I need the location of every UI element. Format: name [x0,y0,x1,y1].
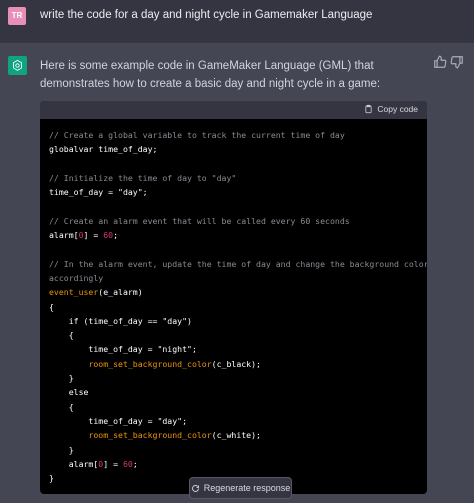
thumbs-up-icon[interactable] [433,55,447,69]
code-line: room_set_background_color(c_white); [49,428,427,442]
code-token: room_set_background_color [88,430,212,441]
code-line: time_of_day = "night"; [49,342,427,356]
code-token: } [49,444,74,455]
code-content: // Create a global variable to track the… [40,119,427,485]
code-line: } [49,443,427,457]
code-token: accordingly [49,272,104,283]
code-token: } [49,373,74,384]
code-block: Copy code // Create a global variable to… [40,101,427,494]
code-token: else [49,387,89,398]
user-avatar: TR [8,7,26,25]
refresh-icon [191,484,199,492]
code-token: { [49,330,74,341]
code-line: accordingly [49,271,427,285]
user-prompt-text: write the code for a day and night cycle… [40,9,373,21]
code-line: time_of_day = "day"; [49,185,427,199]
code-line: else [49,385,427,399]
code-token: ] = [103,458,123,469]
regenerate-response-button[interactable]: Regenerate response [189,477,292,499]
code-token: (c_white); [211,430,261,441]
code-line: { [49,400,427,414]
code-token: { [49,301,54,312]
code-block-header: Copy code [40,101,427,119]
code-token: 60 [103,230,114,241]
code-line: time_of_day = "day"; [49,414,427,428]
code-token: ] = [83,230,104,241]
code-line: // Initialize the time of day to "day" [49,171,427,185]
code-line: // Create an alarm event that will be ca… [49,214,427,228]
code-token: time_of_day = "day"; [49,187,148,198]
code-line: // In the alarm event, update the time o… [49,257,427,271]
code-token: // Create a global variable to track the… [49,130,345,140]
code-token: // Create an alarm event that will be ca… [49,215,350,226]
code-token: 60 [122,458,133,469]
code-line: if (time_of_day == "day") [49,314,427,328]
code-token: event_user [49,287,99,298]
thumbs-down-icon[interactable] [450,55,464,69]
code-line: room_set_background_color(c_black); [49,357,427,371]
code-token: (e_alarm) [98,287,143,298]
code-token: (c_black); [211,358,261,369]
code-token: alarm[ [49,230,79,241]
code-token: if (time_of_day == "day") [49,315,192,326]
code-token: globalvar time_of_day; [49,144,158,155]
openai-logo-icon [8,56,27,75]
code-token: // Initialize the time of day to "day" [49,172,237,183]
code-token: room_set_background_color [88,358,212,369]
code-token: ; [132,458,138,469]
assistant-intro-text: Here is some example code in GameMaker L… [40,60,381,90]
code-token: time_of_day = "day"; [49,415,188,426]
code-line: { [49,300,427,314]
regenerate-response-label: Regenerate response [203,483,291,493]
code-token: alarm[ [49,458,99,469]
code-token: // In the alarm event, update the time o… [49,258,427,269]
code-line: alarm[0] = 60; [49,228,427,242]
code-line: event_user(e_alarm) [49,285,427,299]
clipboard-icon [365,104,372,114]
copy-code-button[interactable]: Copy code [364,104,418,114]
code-line: } [49,371,427,385]
code-line: globalvar time_of_day; [49,142,427,156]
code-line: { [49,328,427,342]
code-line: // Create a global variable to track the… [49,128,427,142]
code-token: } [49,473,54,484]
user-message-row: TR write the code for a day and night cy… [0,0,474,43]
copy-code-label: Copy code [377,104,418,114]
code-token: ; [113,230,119,241]
code-token: time_of_day = "night"; [49,344,197,355]
code-line: alarm[0] = 60; [49,457,427,471]
code-token: { [49,401,74,412]
